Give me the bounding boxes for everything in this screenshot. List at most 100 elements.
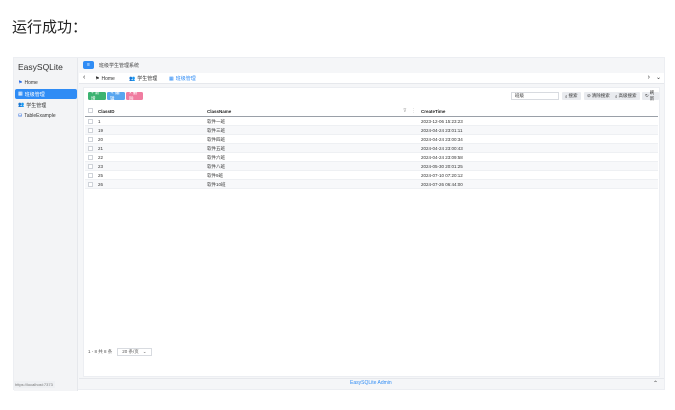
cell-classname: 软件五班: [207, 145, 225, 151]
cell-classname: 软件六班: [207, 154, 225, 160]
flag-icon: ⚑: [18, 80, 23, 86]
main-area: ≡ 班级学生管理系统 ‹ ⚑ Home 👥 学生管理 ▦ 班级管理 › ⌄ + …: [79, 58, 664, 389]
column-header-classname[interactable]: ClassName: [207, 106, 231, 116]
cell-createtime: 2024-04-24 23:00:43: [421, 146, 463, 151]
tab-scroll-right-icon[interactable]: ›: [648, 74, 650, 81]
app-brand: EasySQLite: [18, 62, 63, 72]
cell-classname: 软件9班: [207, 172, 224, 178]
row-checkbox[interactable]: [88, 173, 93, 178]
tab-home[interactable]: ⚑ Home: [95, 74, 115, 83]
tab-bar: ‹ ⚑ Home 👥 学生管理 ▦ 班级管理 › ⌄: [79, 73, 664, 84]
cell-createtime: 2024-04-24 23:01:11: [421, 128, 463, 133]
users-icon: 👥: [18, 102, 25, 108]
menu-toggle-button[interactable]: ≡: [83, 61, 94, 69]
pager-summary: 1 - 8 共 8 条: [88, 349, 113, 354]
table-row[interactable]: 20 软件四班 2024-04-24 23:00:34: [85, 135, 658, 144]
column-header-createtime[interactable]: CreateTime: [421, 106, 445, 116]
cell-classid: 23: [98, 164, 104, 169]
cell-createtime: 2024-04-24 23:09:58: [421, 155, 463, 160]
cell-classname: 软件四班: [207, 136, 225, 142]
search-input[interactable]: 班级: [511, 92, 559, 100]
cell-classname: 软件八班: [207, 163, 225, 169]
status-url: https://localhost:7373: [13, 381, 55, 388]
table-row[interactable]: 23 软件八班 2024-05-30 20:01:25: [85, 162, 658, 171]
database-icon: ⛁: [18, 113, 23, 119]
row-checkbox[interactable]: [88, 164, 93, 169]
sidebar-item-label: 班级管理: [24, 91, 45, 98]
app-window: EasySQLite ⚑ Home ▦ 班级管理 👥 学生管理 ⛁ TableE…: [13, 57, 665, 391]
header-bar: ≡ 班级学生管理系统: [79, 58, 664, 73]
cell-createtime: 2024-04-24 23:00:34: [421, 137, 463, 142]
content-panel: + 新增 ✎ 编辑 × 删除 班级 ⌕ 搜索 ⊘ 清除搜索 ⌕ 高级搜索 ↻ 刷新 Cl…: [83, 87, 660, 377]
footer-brand: EasySQLite Admin: [350, 380, 392, 386]
cell-classname: 软件三班: [207, 127, 225, 133]
tab-label: 学生管理: [137, 76, 158, 82]
cell-classname: 软件一班: [207, 118, 225, 124]
search-icon: ⌕: [565, 93, 568, 99]
delete-button[interactable]: × 删除: [126, 90, 143, 101]
refresh-label: 刷新: [649, 90, 655, 101]
tab-student-management[interactable]: 👥 学生管理: [129, 74, 157, 83]
select-all-checkbox[interactable]: [88, 108, 93, 113]
table-row[interactable]: 22 软件六班 2024-04-24 23:09:58: [85, 153, 658, 162]
row-checkbox[interactable]: [88, 155, 93, 160]
filter-icon[interactable]: ⊽: [403, 108, 407, 114]
footer-bar: EasySQLite Admin ⌃: [79, 378, 664, 389]
column-resize-icon[interactable]: ⋮: [411, 108, 416, 114]
add-button[interactable]: + 新增: [88, 90, 106, 101]
menu-icon: ≡: [87, 62, 90, 68]
table-icon: ▦: [18, 91, 23, 97]
chevron-down-icon: ⌄: [142, 349, 147, 354]
clear-icon: ⊘: [587, 93, 591, 98]
cell-classid: 19: [98, 128, 104, 133]
cell-classid: 1: [98, 119, 101, 124]
sidebar-item-label: 学生管理: [26, 102, 47, 109]
advanced-search-label: 高级搜索: [618, 93, 637, 98]
search-icon: ⌕: [615, 93, 618, 99]
page-size-select[interactable]: 20 条/页 ⌄: [117, 348, 152, 356]
refresh-button[interactable]: ↻ 刷新: [642, 90, 659, 101]
sidebar: EasySQLite ⚑ Home ▦ 班级管理 👥 学生管理 ⛁ TableE…: [14, 58, 78, 391]
row-checkbox[interactable]: [88, 182, 93, 187]
tab-label: 班级管理: [175, 76, 196, 82]
refresh-icon: ↻: [645, 93, 649, 98]
column-header-classid[interactable]: ClassID: [98, 106, 115, 116]
chevron-up-icon[interactable]: ⌃: [653, 380, 658, 387]
tab-label: Home: [101, 75, 115, 82]
caption-text: 运行成功：: [12, 19, 88, 36]
tab-scroll-left-icon[interactable]: ‹: [83, 74, 85, 81]
table-icon: ▦: [169, 75, 174, 82]
sidebar-item-label: TableExample: [24, 113, 56, 119]
row-checkbox[interactable]: [88, 128, 93, 133]
page-size-value: 20 条/页: [122, 349, 139, 354]
sidebar-item-home[interactable]: ⚑ Home: [15, 78, 77, 88]
sidebar-item-table-example[interactable]: ⛁ TableExample: [15, 111, 77, 121]
table-row[interactable]: 19 软件三班 2024-04-24 23:01:11: [85, 126, 658, 135]
cell-classid: 21: [98, 146, 104, 151]
users-icon: 👥: [129, 75, 136, 82]
header-title: 班级学生管理系统: [99, 63, 140, 69]
cell-classid: 26: [98, 182, 104, 187]
pager: 1 - 8 共 8 条 20 条/页 ⌄: [88, 348, 152, 356]
tab-class-management[interactable]: ▦ 班级管理: [169, 74, 196, 83]
cell-classname: 软件10班: [207, 181, 226, 187]
clear-search-button[interactable]: ⊘ 清除搜索: [584, 92, 613, 100]
table-row[interactable]: 25 软件9班 2024-07-10 07:20:12: [85, 171, 658, 180]
row-checkbox[interactable]: [88, 119, 93, 124]
sidebar-item-label: Home: [24, 80, 38, 86]
tab-dropdown-icon[interactable]: ⌄: [656, 74, 661, 81]
cell-createtime: 2024-05-30 20:01:25: [421, 164, 463, 169]
cell-createtime: 2024-07-10 07:20:12: [421, 173, 463, 178]
table-row[interactable]: 21 软件五班 2024-04-24 23:00:43: [85, 144, 658, 153]
sidebar-item-class-management[interactable]: ▦ 班级管理: [15, 89, 77, 99]
advanced-search-button[interactable]: ⌕ 高级搜索: [612, 92, 640, 100]
table-row[interactable]: 26 软件10班 2024-07-26 06:44:00: [85, 180, 658, 189]
clear-search-label: 清除搜索: [591, 93, 610, 98]
row-checkbox[interactable]: [88, 146, 93, 151]
edit-button[interactable]: ✎ 编辑: [107, 90, 125, 101]
table-row[interactable]: 1 软件一班 2023-12-06 15:23:23: [85, 117, 658, 126]
cell-classid: 20: [98, 137, 104, 142]
search-button[interactable]: ⌕ 搜索: [562, 92, 581, 100]
row-checkbox[interactable]: [88, 137, 93, 142]
sidebar-item-student-management[interactable]: 👥 学生管理: [15, 100, 77, 110]
